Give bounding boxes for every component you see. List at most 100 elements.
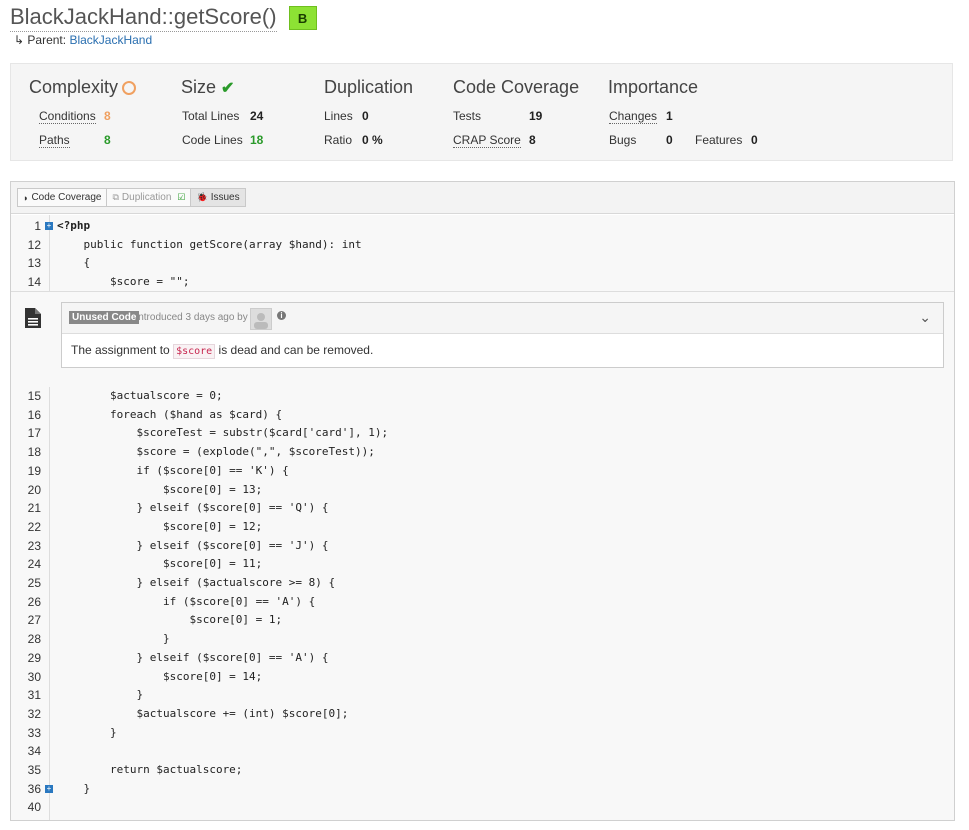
line-number[interactable]: 25 bbox=[11, 574, 41, 592]
coverage-heading: Code Coverage bbox=[453, 77, 580, 97]
line-number[interactable]: 15 bbox=[11, 387, 41, 405]
code-text: public function getScore(array $hand): i… bbox=[57, 237, 362, 251]
checkbox-check-icon: ☑ bbox=[177, 192, 186, 202]
line-number[interactable]: 21 bbox=[11, 499, 41, 517]
return-arrow-icon: ↳ bbox=[14, 33, 25, 47]
line-number[interactable]: 26 bbox=[11, 593, 41, 611]
crap-score-label[interactable]: CRAP Score bbox=[453, 133, 521, 148]
line-number[interactable]: 17 bbox=[11, 424, 41, 442]
check-icon: ✔ bbox=[221, 79, 235, 97]
line-number[interactable]: 18 bbox=[11, 443, 41, 461]
issue-card: Unused Code introduced 3 days ago by i ⌄… bbox=[61, 302, 944, 368]
ratio-label: Ratio bbox=[324, 133, 353, 147]
code-line: 24 $score[0] = 11; bbox=[11, 555, 954, 573]
line-number[interactable]: 12 bbox=[11, 236, 41, 254]
code-block-bottom: 15 $actualscore = 0; 16 foreach ($hand as… bbox=[11, 387, 954, 820]
code-text: $score[0] = 1; bbox=[57, 613, 283, 627]
code-line: 31 } bbox=[11, 686, 954, 704]
bugs-label: Bugs bbox=[609, 133, 637, 147]
code-text: $score = ""; bbox=[57, 275, 190, 289]
line-number[interactable]: 34 bbox=[11, 742, 41, 760]
conditions-value: 8 bbox=[104, 109, 111, 123]
code-line: 18 $score = (explode(",", $scoreTest)); bbox=[11, 443, 954, 461]
breadcrumb: ↳ Parent: BlackJackHand bbox=[14, 33, 152, 47]
line-number[interactable]: 36 bbox=[11, 780, 41, 798]
code-text: foreach ($hand as $card) { bbox=[57, 407, 283, 421]
bug-icon: 🐞 bbox=[196, 192, 208, 202]
code-text: $score[0] = 12; bbox=[57, 519, 263, 533]
code-text: $actualscore += (int) $score[0]; bbox=[57, 706, 349, 720]
code-line: 15 $actualscore = 0; bbox=[11, 387, 954, 405]
line-number[interactable]: 13 bbox=[11, 254, 41, 272]
tab-code-coverage[interactable]: ◗ Code Coverage bbox=[17, 188, 108, 207]
features-label: Features bbox=[695, 133, 743, 147]
code-line: 30 $score[0] = 14; bbox=[11, 668, 954, 686]
conditions-label[interactable]: Conditions bbox=[39, 109, 96, 124]
paths-label[interactable]: Paths bbox=[39, 133, 70, 148]
circle-icon bbox=[122, 80, 137, 95]
importance-heading: Importance bbox=[608, 77, 699, 97]
line-number[interactable]: 35 bbox=[11, 761, 41, 779]
changes-label[interactable]: Changes bbox=[609, 109, 658, 124]
issue-header[interactable]: Unused Code introduced 3 days ago by i ⌄ bbox=[62, 303, 943, 334]
code-line: 14 $score = ""; bbox=[11, 273, 954, 291]
line-number[interactable]: 20 bbox=[11, 481, 41, 499]
introduced-text: introduced 3 days ago by bbox=[136, 312, 248, 323]
code-line: 22 $score[0] = 12; bbox=[11, 518, 954, 536]
code-line: 25 } elseif ($actualscore >= 8) { bbox=[11, 574, 954, 592]
code-text: $score = (explode(",", $scoreTest)); bbox=[57, 445, 375, 459]
line-number[interactable]: 23 bbox=[11, 537, 41, 555]
line-number[interactable]: 31 bbox=[11, 686, 41, 704]
line-number[interactable]: 19 bbox=[11, 462, 41, 480]
crap-score-value: 8 bbox=[529, 133, 536, 147]
code-lines-label: Code Lines bbox=[182, 133, 243, 147]
code-line: 36 + } bbox=[11, 780, 954, 798]
line-number[interactable]: 29 bbox=[11, 649, 41, 667]
code-line: 34 bbox=[11, 742, 954, 760]
code-line: 35 return $actualscore; bbox=[11, 761, 954, 779]
code-text: { bbox=[57, 256, 91, 270]
grade-badge: B bbox=[288, 6, 317, 30]
shield-icon: ◗ bbox=[23, 192, 29, 203]
complexity-heading: Complexity bbox=[29, 77, 137, 98]
tab-issues[interactable]: 🐞 Issues bbox=[190, 188, 246, 207]
code-line: 28 } bbox=[11, 630, 954, 648]
features-value: 0 bbox=[751, 133, 758, 147]
page-title: BlackJackHand::getScore() bbox=[10, 4, 277, 32]
line-number[interactable]: 30 bbox=[11, 668, 41, 686]
line-number[interactable]: 16 bbox=[11, 406, 41, 424]
dup-lines-label: Lines bbox=[324, 109, 353, 123]
size-heading: Size ✔ bbox=[181, 77, 235, 97]
expand-icon[interactable]: + bbox=[45, 784, 53, 793]
avatar bbox=[250, 308, 272, 330]
line-number[interactable]: 28 bbox=[11, 630, 41, 648]
line-number[interactable]: 33 bbox=[11, 724, 41, 742]
info-icon[interactable]: i bbox=[277, 311, 286, 320]
expand-icon[interactable]: + bbox=[45, 222, 53, 230]
tab-duplication[interactable]: ⧉ Duplication ☑ bbox=[106, 188, 192, 207]
code-line: 26 if ($score[0] == 'A') { bbox=[11, 593, 954, 611]
total-lines-label: Total Lines bbox=[182, 109, 240, 123]
line-number[interactable]: 24 bbox=[11, 555, 41, 573]
line-number[interactable]: 14 bbox=[11, 273, 41, 291]
code-lines-value: 18 bbox=[250, 133, 264, 147]
line-number[interactable]: 22 bbox=[11, 518, 41, 536]
code-panel: ◗ Code Coverage ⧉ Duplication ☑ 🐞 Issues… bbox=[10, 181, 955, 821]
tab-bar: ◗ Code Coverage ⧉ Duplication ☑ 🐞 Issues bbox=[11, 182, 954, 214]
parent-link[interactable]: BlackJackHand bbox=[69, 33, 152, 47]
ratio-value: 0 % bbox=[362, 133, 383, 147]
code-line: 33 } bbox=[11, 724, 954, 742]
code-text: } elseif ($score[0] == 'A') { bbox=[57, 650, 329, 664]
code-text: } bbox=[57, 632, 170, 646]
line-number[interactable]: 40 bbox=[11, 798, 41, 816]
line-number[interactable]: 32 bbox=[11, 705, 41, 723]
line-number[interactable]: 1 bbox=[11, 217, 41, 235]
code-block-top: 1 + <?php 12 public function getScore(array… bbox=[11, 215, 954, 291]
chevron-down-icon[interactable]: ⌄ bbox=[919, 309, 931, 326]
code-line: 17 $scoreTest = substr($card['card'], 1)… bbox=[11, 424, 954, 442]
metrics-panel: Complexity Conditions 8 Paths 8 Size ✔ To… bbox=[10, 63, 953, 161]
code-text: } elseif ($actualscore >= 8) { bbox=[57, 576, 336, 589]
code-line: 21 } elseif ($score[0] == 'Q') { bbox=[11, 499, 954, 517]
line-number[interactable]: 27 bbox=[11, 611, 41, 629]
code-text: if ($score[0] == 'K') { bbox=[57, 463, 289, 477]
